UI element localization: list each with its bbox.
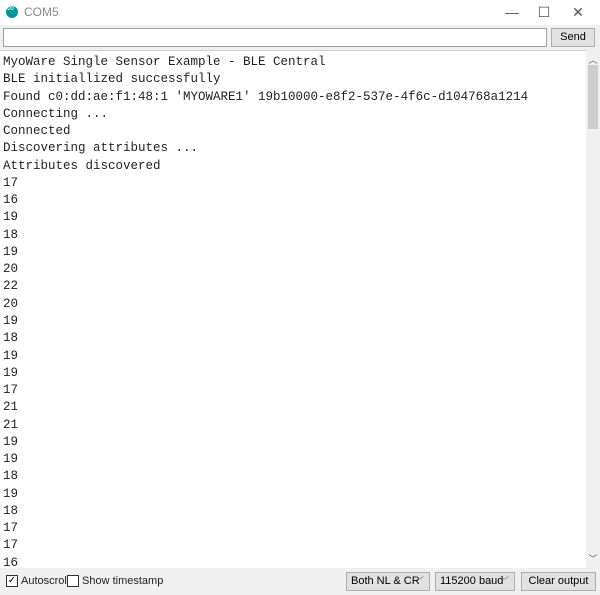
output-line: 19 (3, 348, 19, 363)
send-button[interactable]: Send (551, 28, 595, 47)
output-line: 20 (3, 296, 19, 311)
baud-value: 115200 baud (440, 575, 504, 587)
maximize-button[interactable]: ☐ (529, 2, 559, 22)
output-line: 16 (3, 555, 19, 568)
serial-input[interactable] (3, 28, 547, 47)
output-line: 19 (3, 313, 19, 328)
output-line: 19 (3, 210, 19, 225)
window-title: COM5 (24, 5, 59, 19)
timestamp-checkbox[interactable] (67, 575, 79, 587)
output-line: 17 (3, 383, 19, 398)
output-line: 18 (3, 227, 19, 242)
output-line: 19 (3, 452, 19, 467)
bottom-bar: ✓ Autoscroll Show timestamp Both NL & CR… (0, 570, 600, 595)
scrollbar-thumb[interactable] (588, 65, 598, 129)
output-line: 17 (3, 175, 19, 190)
arduino-logo-icon (6, 3, 18, 18)
output-line: 21 (3, 417, 19, 432)
scroll-down-icon[interactable]: ﹀ (586, 552, 600, 565)
output-line: 17 (3, 521, 19, 536)
timestamp-label: Show timestamp (82, 575, 164, 587)
output-line: Discovering attributes ... (3, 141, 199, 156)
output-line: 22 (3, 279, 19, 294)
chevron-down-icon: ﹀ (414, 576, 424, 586)
output-line: 18 (3, 331, 19, 346)
output-line: Connecting ... (3, 106, 109, 121)
output-line: 19 (3, 434, 19, 449)
output-line: 20 (3, 262, 19, 277)
close-button[interactable]: ✕ (563, 2, 593, 22)
output-line: MyoWare Single Sensor Example - BLE Cent… (3, 55, 326, 69)
title-bar: COM5 — ☐ ✕ (0, 0, 600, 25)
output-line: 19 (3, 244, 19, 259)
output-line: 17 (3, 538, 19, 553)
chevron-down-icon: ﹀ (499, 576, 509, 586)
minimize-button[interactable]: — (497, 2, 527, 22)
output-line: Found c0:dd:ae:f1:48:1 'MYOWARE1' 19b100… (3, 89, 529, 104)
serial-output: MyoWare Single Sensor Example - BLE Cent… (0, 50, 586, 568)
output-line: 19 (3, 486, 19, 501)
scrollbar[interactable]: ︿ ﹀ (586, 50, 600, 568)
output-line: Attributes discovered (3, 158, 161, 173)
output-line: 16 (3, 193, 19, 208)
clear-output-button[interactable]: Clear output (521, 572, 596, 591)
autoscroll-label: Autoscroll (21, 575, 70, 587)
line-ending-select[interactable]: Both NL & CR ﹀ (346, 572, 430, 591)
output-line: 21 (3, 400, 19, 415)
output-line: 18 (3, 503, 19, 518)
output-line: BLE initiallized successfully (3, 72, 221, 87)
output-line: 18 (3, 469, 19, 484)
line-ending-value: Both NL & CR (351, 575, 420, 587)
output-line: Connected (3, 124, 71, 139)
output-line: 19 (3, 365, 19, 380)
baud-select[interactable]: 115200 baud ﹀ (435, 572, 515, 591)
autoscroll-checkbox[interactable]: ✓ (6, 575, 18, 587)
